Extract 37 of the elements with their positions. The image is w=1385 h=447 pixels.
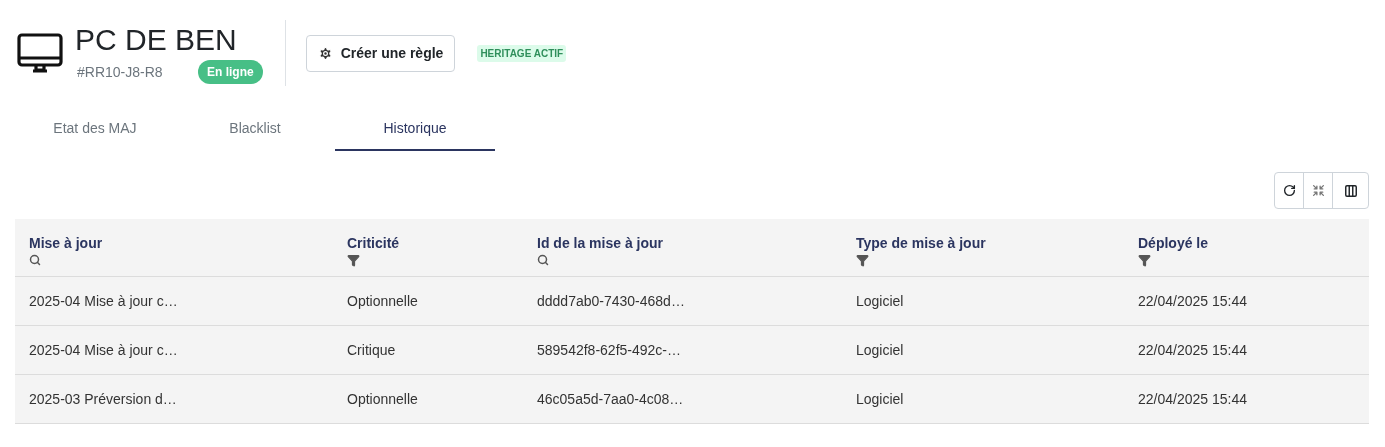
filter-icon[interactable]: [856, 254, 869, 267]
device-id: #RR10-J8-R8: [77, 62, 164, 82]
tab[interactable]: Historique: [335, 108, 495, 151]
table-cell-text: 2025-04 Mise à jour c…: [28, 340, 179, 360]
table-cell-text: Logiciel: [855, 340, 905, 360]
column-header[interactable]: Déployé le: [1124, 219, 1369, 276]
tab[interactable]: Etat des MAJ: [15, 108, 175, 151]
column-header[interactable]: Mise à jour: [15, 219, 333, 276]
columns-icon: [1343, 183, 1358, 198]
table-cell-text: 2025-03 Préversion d…: [28, 389, 178, 409]
search-icon[interactable]: [537, 254, 549, 266]
tab[interactable]: Blacklist: [175, 108, 335, 151]
table-cell-text: Logiciel: [855, 291, 905, 311]
status-badge: En ligne: [198, 60, 263, 84]
refresh-icon: [1282, 184, 1296, 197]
table-cell-text: 589542f8-62f5-492c-…: [536, 340, 682, 360]
settings-icon: [317, 45, 333, 61]
table-cell-text: Logiciel: [855, 389, 905, 409]
table-cell-text: 22/04/2025 15:44: [1137, 291, 1248, 311]
table-cell-text: Optionnelle: [346, 389, 419, 409]
device-name: PC DE BEN: [75, 22, 238, 58]
column-header[interactable]: Criticité: [333, 219, 523, 276]
filter-icon[interactable]: [1138, 254, 1151, 267]
table-cell-text: 22/04/2025 15:44: [1137, 389, 1248, 409]
column-header[interactable]: Type de mise à jour: [842, 219, 1124, 276]
table-cell-text: 2025-04 Mise à jour c…: [28, 291, 179, 311]
table-cell-text: dddd7ab0-7430-468d…: [536, 291, 686, 311]
filter-icon[interactable]: [347, 254, 360, 267]
column-header[interactable]: Id de la mise à jour: [523, 219, 842, 276]
shrink-icon: [1311, 184, 1325, 197]
table-cell-text: Critique: [346, 340, 397, 360]
table-cell-text: Optionnelle: [346, 291, 419, 311]
search-icon[interactable]: [29, 254, 41, 266]
create-rule-button[interactable]: Créer une règle: [305, 34, 456, 72]
inheritance-badge: HERITAGE ACTIF: [477, 44, 567, 62]
table-cell-text: 22/04/2025 15:44: [1137, 340, 1248, 360]
table-cell-text: 46c05a5d-7aa0-4c08…: [536, 389, 685, 409]
